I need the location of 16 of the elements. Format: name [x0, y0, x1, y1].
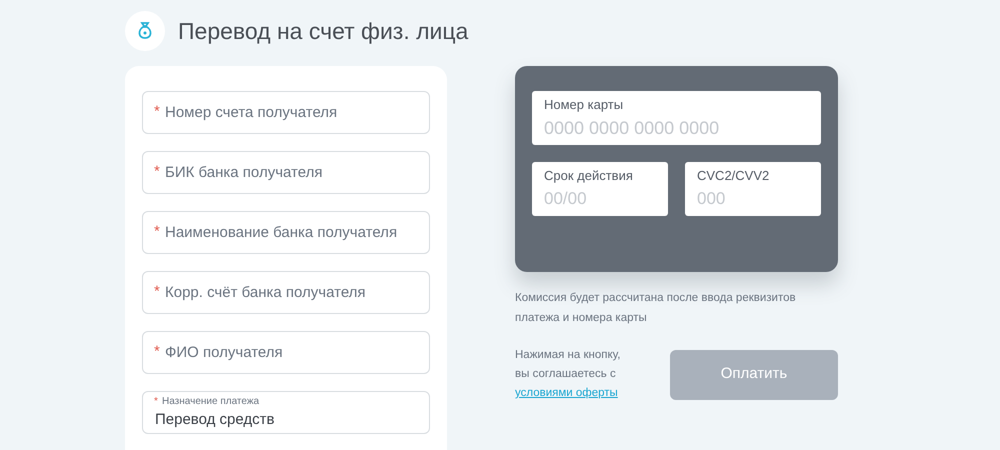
required-marker: * [154, 283, 160, 301]
page-title: Перевод на счет физ. лица [178, 16, 468, 46]
required-marker: * [154, 223, 160, 241]
field-label: Назначение платежа [162, 396, 260, 408]
agreement-text: Нажимая на кнопку, [515, 348, 620, 363]
offer-terms-link[interactable]: условиями оферты [515, 384, 620, 403]
field-label: Номер карты [544, 96, 624, 114]
agreement-text: вы соглашаетесь с [515, 367, 617, 382]
required-marker: * [154, 103, 160, 121]
required-marker: * [154, 163, 160, 181]
required-marker: * [154, 343, 160, 361]
field-label: Срок действия [544, 167, 633, 185]
field-label: CVC2/CVV2 [697, 167, 770, 185]
required-marker: * [154, 396, 158, 408]
money-bag-icon [125, 11, 165, 51]
commission-note: Комиссия будет рассчитана после ввода реквизитов платежа и номера карты [515, 291, 797, 326]
